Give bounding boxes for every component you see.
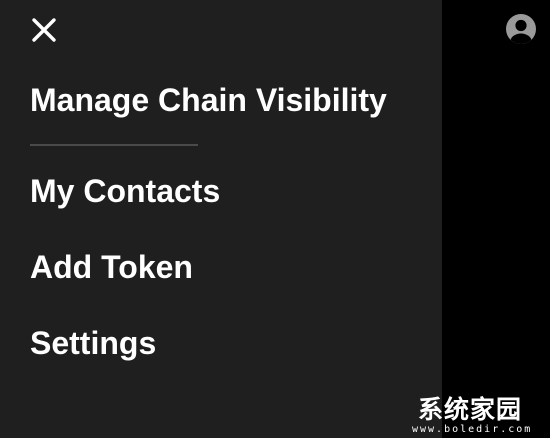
- user-avatar-icon: [506, 14, 536, 44]
- user-avatar-button[interactable]: [505, 13, 537, 45]
- menu-item-manage-chain-visibility[interactable]: Manage Chain Visibility: [30, 82, 387, 118]
- watermark-url: www.boledir.com: [412, 424, 533, 435]
- watermark: 系统家园 www.boledir.com: [410, 396, 550, 438]
- close-button[interactable]: [26, 12, 62, 48]
- app-screen: Manage Chain Visibility My Contacts Add …: [0, 0, 550, 438]
- side-drawer: Manage Chain Visibility My Contacts Add …: [0, 0, 442, 438]
- watermark-text: 系统家园: [418, 395, 523, 424]
- divider: [30, 144, 198, 146]
- menu-item-my-contacts[interactable]: My Contacts: [30, 173, 220, 209]
- close-icon: [32, 18, 56, 42]
- menu-item-add-token[interactable]: Add Token: [30, 249, 193, 285]
- menu-item-settings[interactable]: Settings: [30, 325, 156, 361]
